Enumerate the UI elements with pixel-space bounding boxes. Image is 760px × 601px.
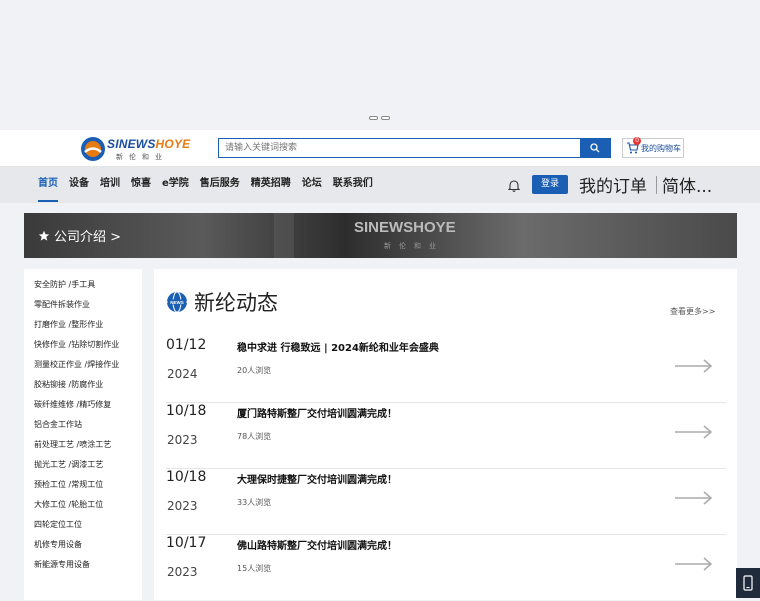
news-year: 2024: [167, 367, 198, 381]
nav-item-e-academy[interactable]: e学院: [162, 167, 189, 203]
sidebar-item[interactable]: 大修工位 /轮胎工位: [24, 495, 142, 515]
news-year: 2023: [167, 565, 198, 579]
cart-count-badge: 0: [633, 137, 641, 145]
category-sidebar: 安全防护 /手工具 零配件拆装作业 打磨作业 /整形作业 快修作业 /钻除切割作…: [24, 269, 142, 600]
news-item[interactable]: 10/18 2023 厦门路特斯整厂交付培训圆满完成！ 78人浏览: [166, 403, 726, 469]
news-date: 01/12: [166, 337, 207, 353]
hero-carousel: [0, 0, 760, 130]
news-item-title[interactable]: 佛山路特斯整厂交付培训圆满完成！: [237, 537, 397, 552]
nav-item-training[interactable]: 培训: [100, 167, 120, 203]
cart-button[interactable]: 0 我的购物车: [622, 137, 684, 158]
company-intro-banner[interactable]: 公司介绍 > SINEWSHOYE 新伦和业: [24, 213, 737, 258]
news-item[interactable]: 10/18 2023 大理保时捷整厂交付培训圆满完成！ 33人浏览: [166, 469, 726, 535]
login-button[interactable]: 登录: [532, 175, 568, 194]
sidebar-item[interactable]: 前处理工艺 /喷涂工艺: [24, 435, 142, 455]
site-header: SINEWSHOYE 新伦和业 0 我的购物车: [0, 130, 760, 167]
news-item[interactable]: 10/17 2023 佛山路特斯整厂交付培训圆满完成！ 15人浏览: [166, 535, 726, 601]
carousel-indicators[interactable]: [369, 116, 390, 120]
sidebar-item[interactable]: 新能源专用设备: [24, 555, 142, 575]
news-year: 2023: [167, 499, 198, 513]
banner-link[interactable]: 公司介绍 >: [38, 226, 121, 245]
star-icon: [38, 230, 50, 241]
arrow-right-icon[interactable]: [674, 359, 714, 373]
news-views: 33人浏览: [237, 498, 272, 507]
banner-label-text: 公司介绍 >: [54, 230, 122, 245]
search-button[interactable]: [580, 138, 610, 158]
main-nav: 首页 设备 培训 惊喜 e学院 售后服务 精英招聘 论坛 联系我们 登录 我的订…: [0, 167, 760, 203]
language-selector[interactable]: 简体...: [662, 172, 712, 197]
nav-item-contact[interactable]: 联系我们: [333, 167, 373, 203]
sidebar-item[interactable]: 零配件拆装作业: [24, 295, 142, 315]
nav-item-after-sales[interactable]: 售后服务: [200, 167, 240, 203]
sidebar-item[interactable]: 测量校正作业 /焊接作业: [24, 355, 142, 375]
nav-item-home[interactable]: 首页: [38, 167, 58, 203]
news-item-title[interactable]: 大理保时捷整厂交付培训圆满完成！: [237, 471, 397, 486]
arrow-right-icon[interactable]: [674, 491, 714, 505]
nav-item-surprise[interactable]: 惊喜: [131, 167, 151, 203]
svg-text:NEWS: NEWS: [170, 300, 184, 305]
banner-brand-sub: 新伦和业: [384, 242, 444, 250]
news-item[interactable]: 01/12 2024 稳中求进 行稳致远 | 2024新纶和业年会盛典 20人浏…: [166, 337, 726, 403]
sidebar-item[interactable]: 四轮定位工位: [24, 515, 142, 535]
arrow-right-icon[interactable]: [674, 557, 714, 571]
search-input[interactable]: [219, 139, 581, 157]
nav-item-equipment[interactable]: 设备: [69, 167, 89, 203]
sidebar-item[interactable]: 打磨作业 /整形作业: [24, 315, 142, 335]
news-title: 新纶动态: [194, 291, 278, 315]
sidebar-item[interactable]: 抛光工艺 /调漆工艺: [24, 455, 142, 475]
news-year: 2023: [167, 433, 198, 447]
news-item-title[interactable]: 稳中求进 行稳致远 | 2024新纶和业年会盛典: [237, 339, 439, 354]
banner-brand-logo: SINEWSHOYE: [354, 219, 456, 236]
sidebar-item[interactable]: 快修作业 /钻除切割作业: [24, 335, 142, 355]
logo-emblem-icon: [81, 137, 105, 161]
nav-item-forum[interactable]: 论坛: [302, 167, 322, 203]
news-globe-icon: NEWS: [167, 291, 187, 313]
banner-decoration: [274, 213, 294, 258]
mobile-phone-icon: [743, 575, 753, 591]
sidebar-item[interactable]: 胶粘铆接 /防腐作业: [24, 375, 142, 395]
my-orders-link[interactable]: 我的订单: [579, 172, 647, 197]
news-item-title[interactable]: 厦门路特斯整厂交付培训圆满完成！: [237, 405, 397, 420]
search-bar: [218, 138, 611, 158]
news-heading: NEWS 新纶动态: [166, 287, 278, 317]
sidebar-item[interactable]: 铝合金工作站: [24, 415, 142, 435]
sidebar-item[interactable]: 安全防护 /手工具: [24, 275, 142, 295]
carousel-dot[interactable]: [369, 116, 378, 120]
site-logo[interactable]: SINEWSHOYE 新伦和业: [80, 136, 190, 162]
news-date: 10/17: [166, 535, 207, 551]
news-date: 10/18: [166, 403, 207, 419]
news-views: 15人浏览: [237, 564, 272, 573]
nav-divider: [656, 176, 657, 194]
cart-label: 我的购物车: [641, 143, 681, 153]
arrow-right-icon[interactable]: [674, 425, 714, 439]
news-date: 10/18: [166, 469, 207, 485]
logo-subtitle: 新伦和业: [116, 153, 168, 161]
carousel-dot[interactable]: [381, 116, 390, 120]
sidebar-item[interactable]: 机修专用设备: [24, 535, 142, 555]
sidebar-item[interactable]: 预检工位 /常规工位: [24, 475, 142, 495]
sidebar-item[interactable]: 碳纤维维修 /精巧修复: [24, 395, 142, 415]
news-views: 78人浏览: [237, 432, 272, 441]
news-views: 20人浏览: [237, 366, 272, 375]
news-section: NEWS 新纶动态 查看更多>> 01/12 2024 稳中求进 行稳致远 | …: [154, 269, 737, 600]
nav-item-careers[interactable]: 精英招聘: [251, 167, 291, 203]
search-icon: [590, 143, 600, 153]
mobile-view-button[interactable]: [736, 568, 760, 598]
view-more-link[interactable]: 查看更多>>: [670, 306, 715, 317]
notification-bell-icon[interactable]: [507, 177, 521, 196]
logo-text: SINEWSHOYE: [107, 137, 191, 151]
